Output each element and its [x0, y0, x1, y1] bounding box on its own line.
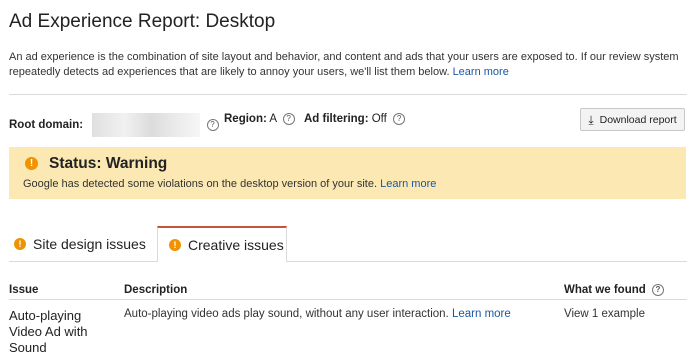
description-cell: Auto-playing video ads play sound, witho…: [124, 308, 511, 320]
issue-cell: Auto-playing Video Ad with Sound: [9, 308, 88, 355]
tab-creative-issues[interactable]: ! Creative issues: [157, 226, 287, 262]
download-report-button[interactable]: ⤓ Download report: [580, 108, 685, 131]
status-message: Google has detected some violations on t…: [23, 178, 436, 190]
root-domain: Root domain: ?: [9, 113, 219, 137]
view-example-link[interactable]: View 1 example: [564, 308, 645, 320]
warning-icon: !: [14, 238, 26, 250]
tab-site-design-issues[interactable]: ! Site design issues: [14, 226, 146, 262]
ad-filtering: Ad filtering: Off ?: [304, 113, 406, 126]
status-learn-more-link[interactable]: Learn more: [380, 178, 436, 190]
table-header-divider: [9, 299, 687, 300]
help-icon[interactable]: ?: [393, 113, 406, 125]
tab-label: Site design issues: [33, 236, 146, 252]
column-header-issue: Issue: [9, 284, 39, 296]
tab-label: Creative issues: [188, 237, 284, 253]
column-header-what-we-found: What we found ?: [564, 284, 664, 296]
status-title: Status: Warning: [49, 155, 168, 172]
intro-learn-more-link[interactable]: Learn more: [453, 66, 509, 78]
tab-baseline: [9, 261, 157, 262]
redacted-domain: [92, 113, 201, 137]
page-title: Ad Experience Report: Desktop: [9, 11, 276, 32]
description-learn-more-link[interactable]: Learn more: [452, 308, 511, 320]
what-we-found-label: What we found: [564, 284, 646, 297]
tab-baseline: [287, 261, 687, 262]
description-text: Auto-playing video ads play sound, witho…: [124, 308, 449, 320]
help-icon[interactable]: ?: [206, 119, 219, 131]
divider: [9, 94, 687, 95]
status-banner: ! Status: Warning Google has detected so…: [9, 147, 686, 199]
download-icon: ⤓: [588, 112, 594, 127]
status-text: Google has detected some violations on t…: [23, 178, 378, 190]
warning-icon: !: [169, 239, 181, 251]
ad-filtering-value: Off: [371, 113, 387, 126]
warning-icon: !: [25, 157, 38, 170]
intro-paragraph: An ad experience is the combination of s…: [9, 50, 693, 80]
ad-filtering-label: Ad filtering:: [304, 113, 369, 126]
intro-text: An ad experience is the combination of s…: [9, 51, 679, 78]
root-domain-label: Root domain:: [9, 119, 84, 132]
region-label: Region:: [224, 113, 267, 126]
region-value: A: [269, 113, 277, 126]
help-icon[interactable]: ?: [651, 284, 664, 296]
region: Region: A ?: [224, 113, 295, 125]
download-report-label: Download report: [599, 113, 677, 126]
help-icon[interactable]: ?: [282, 113, 295, 125]
column-header-description: Description: [124, 284, 188, 296]
